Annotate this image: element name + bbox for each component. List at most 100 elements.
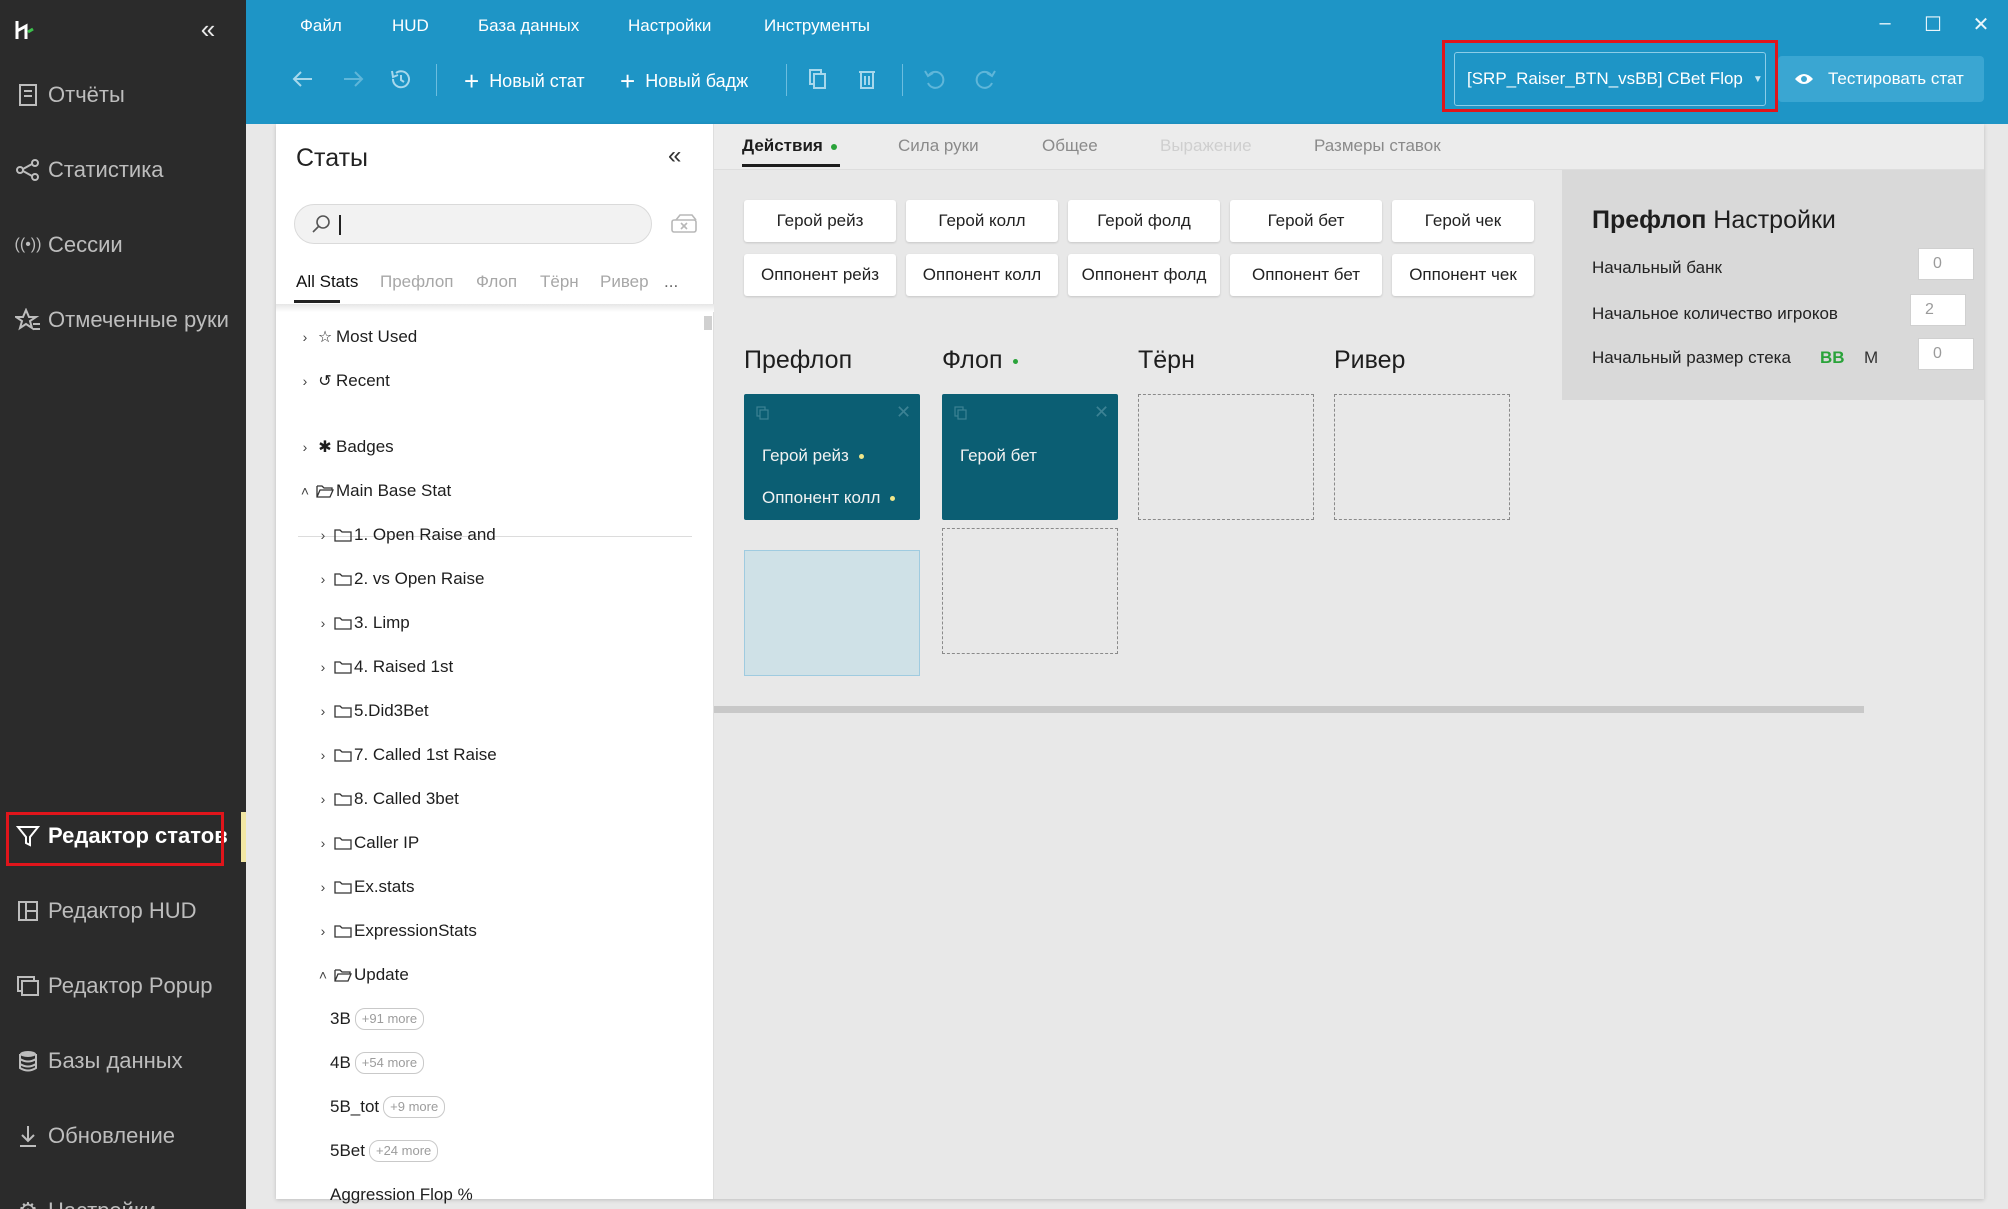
start-stack-input[interactable]: 0 (1918, 338, 1974, 370)
tree-folder[interactable]: › 2. vs Open Raise (314, 564, 485, 594)
tab-general[interactable]: Общее (1042, 136, 1098, 156)
new-stat-button[interactable]: + Новый стат (464, 66, 585, 96)
sidebar-item-stat-editor[interactable]: Редактор статов (0, 808, 246, 866)
slot-action[interactable]: Герой рейз (762, 446, 864, 466)
menu-hud[interactable]: HUD (392, 16, 429, 36)
clear-filter-icon[interactable] (670, 212, 700, 236)
tree-item-badges[interactable]: › ✱ Badges (296, 432, 394, 462)
sidebar-item-databases[interactable]: Базы данных (0, 1033, 246, 1089)
copy-icon[interactable] (954, 406, 968, 420)
sidebar-item-sessions[interactable]: ((•)) Сессии (0, 217, 246, 273)
flop-action-slot[interactable]: ✕ Герой бет (942, 394, 1118, 520)
action-opp-fold[interactable]: Оппонент фолд (1068, 254, 1220, 296)
back-arrow-icon[interactable] (290, 66, 316, 92)
delete-icon[interactable] (854, 66, 880, 92)
stats-search[interactable] (294, 204, 652, 244)
tree-item-most-used[interactable]: › ☆ Most Used (296, 322, 418, 352)
new-badge-button[interactable]: + Новый бадж (620, 66, 748, 96)
sidebar-item-update[interactable]: Обновление (0, 1108, 246, 1164)
more-badge[interactable]: +24 more (368, 1140, 439, 1162)
action-hero-raise[interactable]: Герой рейз (744, 200, 896, 242)
more-badge[interactable]: +9 more (383, 1096, 446, 1118)
action-opp-raise[interactable]: Оппонент рейз (744, 254, 896, 296)
tree-stat-item[interactable]: 3B +91 more (330, 1004, 425, 1034)
tree-folder[interactable]: › Caller IP (314, 828, 420, 858)
slot-action[interactable]: Герой бет (960, 446, 1037, 466)
tree-stat-item[interactable]: Aggression Flop % (330, 1180, 473, 1209)
collapse-sidebar-icon[interactable]: « (192, 14, 224, 46)
horizontal-scrollbar[interactable] (714, 706, 1864, 713)
flop-drop-zone[interactable] (942, 528, 1118, 654)
menu-settings[interactable]: Настройки (628, 16, 711, 36)
tree-folder-main-base-stat[interactable]: ˄ Main Base Stat (296, 476, 451, 506)
action-opp-call[interactable]: Оппонент колл (906, 254, 1058, 296)
tree-folder[interactable]: › 5.Did3Bet (314, 696, 429, 726)
sidebar-item-marked-hands[interactable]: Отмеченные руки (0, 292, 246, 348)
close-icon[interactable]: ✕ (1094, 402, 1109, 423)
close-icon[interactable]: ✕ (896, 402, 911, 423)
redo-icon[interactable] (972, 66, 998, 92)
unit-m-toggle[interactable]: M (1864, 348, 1878, 368)
test-stat-button[interactable]: Тестировать стат (1778, 56, 1984, 102)
history-icon[interactable] (388, 66, 414, 92)
tree-folder[interactable]: › 8. Called 3bet (314, 784, 459, 814)
copy-icon[interactable] (804, 66, 830, 92)
tab-river[interactable]: Ривер (600, 272, 649, 292)
tree-folder[interactable]: › 3. Limp (314, 608, 410, 638)
more-badge[interactable]: +54 more (354, 1052, 425, 1074)
copy-icon[interactable] (756, 406, 770, 420)
tab-hand-strength[interactable]: Сила руки (898, 136, 979, 156)
tree-scrollbar[interactable] (704, 316, 712, 330)
action-hero-call[interactable]: Герой колл (906, 200, 1058, 242)
forward-arrow-icon[interactable] (340, 66, 366, 92)
undo-icon[interactable] (922, 66, 948, 92)
folder-icon (334, 571, 352, 587)
tab-all-stats[interactable]: All Stats (296, 272, 358, 292)
river-drop-zone[interactable] (1334, 394, 1510, 520)
close-window-icon[interactable]: ✕ (1966, 12, 1996, 38)
search-input[interactable] (337, 213, 637, 237)
tree-folder[interactable]: › 1. Open Raise and (314, 520, 496, 550)
turn-drop-zone[interactable] (1138, 394, 1314, 520)
menu-database[interactable]: База данных (478, 16, 579, 36)
preflop-drop-zone[interactable] (744, 550, 920, 676)
tree-stat-item[interactable]: 5Bet +24 more (330, 1136, 439, 1166)
sidebar-item-settings[interactable]: ⚙ Настройки (0, 1183, 246, 1209)
preflop-action-slot[interactable]: ✕ Герой рейз Оппонент колл (744, 394, 920, 520)
more-badge[interactable]: +91 more (354, 1008, 425, 1030)
tree-stat-item[interactable]: 5B_tot +9 more (330, 1092, 446, 1122)
collapse-panel-icon[interactable]: « (668, 142, 681, 170)
tab-flop[interactable]: Флоп (476, 272, 517, 292)
minimize-icon[interactable]: – (1870, 12, 1900, 38)
tab-actions[interactable]: Действия (742, 136, 837, 156)
folder-icon (334, 659, 352, 675)
current-stat-dropdown[interactable]: [SRP_Raiser_BTN_vsBB] CBet Flop ▼ (1454, 52, 1766, 106)
tab-preflop[interactable]: Префлоп (380, 272, 454, 292)
menu-file[interactable]: Файл (300, 16, 342, 36)
tab-turn[interactable]: Тёрн (540, 272, 579, 292)
sidebar-item-popup-editor[interactable]: Редактор Popup (0, 958, 246, 1014)
action-opp-bet[interactable]: Оппонент бет (1230, 254, 1382, 296)
unit-bb-toggle[interactable]: BB (1820, 348, 1845, 368)
sidebar-item-statistics[interactable]: Статистика (0, 142, 246, 198)
tree-item-recent[interactable]: › ↺ Recent (296, 366, 390, 396)
tree-folder-update[interactable]: ˄ Update (314, 960, 409, 990)
start-players-input[interactable]: 2 (1910, 294, 1966, 326)
maximize-icon[interactable]: ☐ (1918, 12, 1948, 38)
sidebar-item-hud-editor[interactable]: Редактор HUD (0, 883, 246, 939)
action-opp-check[interactable]: Оппонент чек (1392, 254, 1534, 296)
menu-tools[interactable]: Инструменты (764, 16, 870, 36)
tree-folder[interactable]: › 4. Raised 1st (314, 652, 454, 682)
tree-folder[interactable]: › ExpressionStats (314, 916, 477, 946)
action-hero-check[interactable]: Герой чек (1392, 200, 1534, 242)
tab-bet-sizes[interactable]: Размеры ставок (1314, 136, 1441, 156)
action-hero-fold[interactable]: Герой фолд (1068, 200, 1220, 242)
sidebar-item-reports[interactable]: Отчёты (0, 67, 246, 123)
tree-folder[interactable]: › 7. Called 1st Raise (314, 740, 497, 770)
tree-folder[interactable]: › Ex.stats (314, 872, 415, 902)
tree-stat-item[interactable]: 4B +54 more (330, 1048, 425, 1078)
start-bank-input[interactable]: 0 (1918, 248, 1974, 280)
slot-action[interactable]: Оппонент колл (762, 488, 896, 508)
action-hero-bet[interactable]: Герой бет (1230, 200, 1382, 242)
tab-more[interactable]: ... (664, 272, 678, 292)
